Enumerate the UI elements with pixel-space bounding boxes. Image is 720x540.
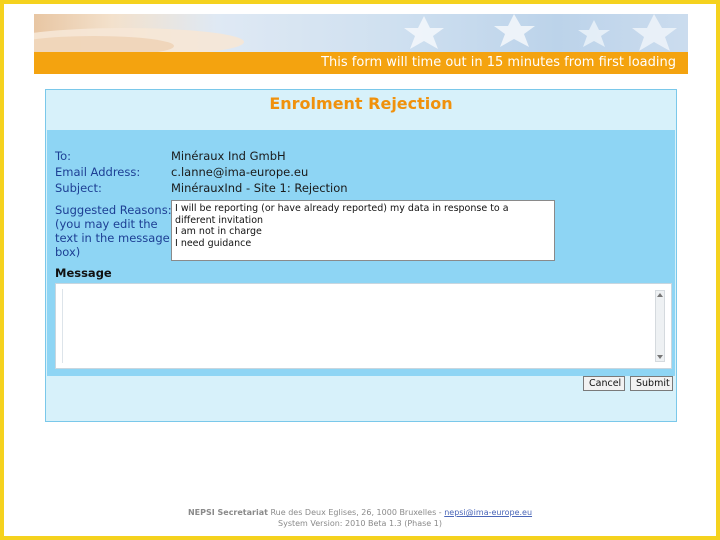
submit-button[interactable]: Submit <box>630 376 673 391</box>
enrolment-rejection-form: Enrolment Rejection To: Minéraux Ind Gmb… <box>45 89 677 422</box>
suggested-reasons-hint-3: box) <box>55 245 81 259</box>
suggested-reasons-label: Suggested Reasons: <box>55 203 172 217</box>
reason-option[interactable]: I need guidance <box>175 238 551 250</box>
suggested-reasons-hint-2: text in the message <box>55 231 170 245</box>
page-footer: NEPSI Secretariat Rue des Deux Eglises, … <box>0 507 720 529</box>
reason-option[interactable]: I am not in charge <box>175 226 551 238</box>
footer-email-link[interactable]: nepsi@ima-europe.eu <box>444 508 532 517</box>
email-address-label: Email Address: <box>55 165 141 179</box>
reason-option[interactable]: I will be reporting (or have already rep… <box>175 203 551 226</box>
message-text[interactable] <box>62 289 653 363</box>
footer-version: System Version: 2010 Beta 1.3 (Phase 1) <box>278 519 442 528</box>
to-label: To: <box>55 149 71 163</box>
banner-decoration <box>34 14 677 52</box>
email-address-value: c.lanne@ima-europe.eu <box>171 165 309 179</box>
timeout-bar: This form will time out in 15 minutes fr… <box>34 52 688 74</box>
header-banner-image <box>34 14 688 52</box>
suggested-reasons-hint-1: (you may edit the <box>55 217 158 231</box>
suggested-reasons-list[interactable]: I will be reporting (or have already rep… <box>171 200 555 261</box>
message-label: Message <box>55 266 112 280</box>
message-scrollbar[interactable] <box>655 290 665 362</box>
cancel-button[interactable]: Cancel <box>583 376 625 391</box>
form-body-panel: To: Minéraux Ind GmbH Email Address: c.l… <box>47 130 675 376</box>
message-textarea[interactable] <box>55 283 672 369</box>
subject-value: MinérauxInd - Site 1: Rejection <box>171 181 348 195</box>
footer-address: Rue des Deux Eglises, 26, 1000 Bruxelles… <box>267 508 445 517</box>
subject-label: Subject: <box>55 181 102 195</box>
to-value: Minéraux Ind GmbH <box>171 149 286 163</box>
form-title: Enrolment Rejection <box>269 94 453 113</box>
scroll-down-icon[interactable] <box>657 355 663 359</box>
timeout-notice: This form will time out in 15 minutes fr… <box>321 55 676 70</box>
footer-line-1: NEPSI Secretariat Rue des Deux Eglises, … <box>0 507 720 518</box>
scroll-up-icon[interactable] <box>657 293 663 297</box>
footer-org: NEPSI Secretariat <box>187 508 268 517</box>
